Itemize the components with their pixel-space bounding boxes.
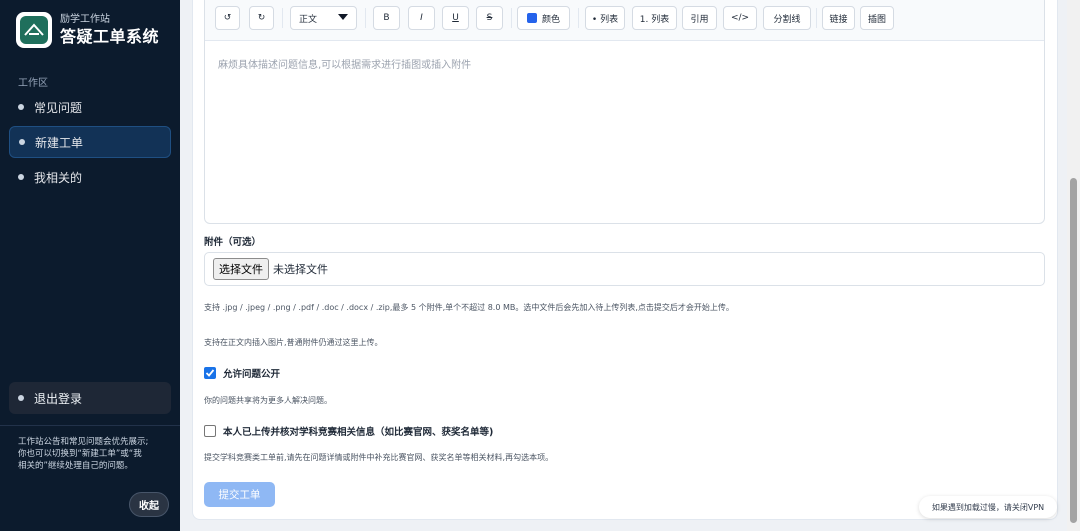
undo-button[interactable]: ↺ xyxy=(215,6,240,30)
redo-button[interactable]: ↻ xyxy=(249,6,274,30)
sidebar-item-label: 新建工单 xyxy=(35,135,84,150)
sidebar-item-label: 常见问题 xyxy=(34,100,83,115)
chevron-down-icon xyxy=(338,13,348,23)
bullet-dot-icon xyxy=(19,139,25,145)
quote-button[interactable]: 引用 xyxy=(682,6,717,30)
sidebar-item-related[interactable]: 我相关的 xyxy=(9,161,171,193)
notice-line: 你也可以切换到“新建工单”或“我 xyxy=(18,449,142,459)
scrollbar-thumb[interactable] xyxy=(1070,178,1077,523)
file-status: 未选择文件 xyxy=(273,263,328,276)
logout-button[interactable]: 退出登录 xyxy=(9,382,171,414)
undo-icon: ↺ xyxy=(223,13,232,23)
submit-ticket-button[interactable]: 提交工单 xyxy=(204,482,275,507)
attachment-inline-hint: 支持在正文内插入图片,普通附件仍通过这里上传。 xyxy=(204,338,383,347)
sidebar-divider xyxy=(0,425,180,426)
strikethrough-button[interactable]: S xyxy=(476,6,503,30)
attachment-label: 附件（可选） xyxy=(204,237,262,248)
logo-mark-icon xyxy=(20,16,48,44)
toolbar-separator xyxy=(816,8,817,28)
toolbar-separator xyxy=(282,8,283,28)
color-swatch-icon xyxy=(526,13,537,23)
toolbar-separator xyxy=(365,8,366,28)
divider-button[interactable]: 分割线 xyxy=(763,6,811,30)
sidebar-item-new-ticket[interactable]: 新建工单 xyxy=(9,126,171,158)
app-logo xyxy=(16,12,52,48)
code-button[interactable]: </> xyxy=(723,6,757,30)
section-label: 工作区 xyxy=(18,78,48,89)
attachment-hint: 支持 .jpg / .jpeg / .png / .pdf / .doc / .… xyxy=(204,303,734,312)
public-checkbox-label[interactable]: 允许问题公开 xyxy=(223,366,280,380)
choose-file-button[interactable]: 选择文件 xyxy=(213,258,269,280)
toolbar-separator xyxy=(511,8,512,28)
sidebar: 励学工作站 答疑工单系统 工作区 常见问题 新建工单 我相关的 退出登录 工作站… xyxy=(0,0,180,531)
sidebar-item-faq[interactable]: 常见问题 xyxy=(9,91,171,123)
notice-line: 工作站公告和常见问题会优先展示; xyxy=(18,437,149,447)
bullet-dot-icon xyxy=(18,395,24,401)
brand-subtitle: 励学工作站 xyxy=(60,14,110,25)
public-option: 允许问题公开 xyxy=(204,366,280,380)
competition-option: 本人已上传并核对学科竞赛相关信息（如比赛官网、获奖名单等) xyxy=(204,424,493,438)
sidebar-item-label: 我相关的 xyxy=(34,170,83,185)
block-format-select[interactable]: 正文 xyxy=(290,6,357,30)
public-option-hint: 你的问题共享将为更多人解决问题。 xyxy=(204,396,332,405)
insert-link-button[interactable]: 链接 xyxy=(822,6,855,30)
redo-icon: ↻ xyxy=(257,13,266,23)
underline-button[interactable]: U xyxy=(442,6,469,30)
collapse-sidebar-button[interactable]: 收起 xyxy=(129,492,169,517)
editor-toolbar: ↺ ↻ 正文 B I U S 颜色 • 列表 1. 列表 引用 </> 分割线 … xyxy=(205,0,1044,41)
public-checkbox[interactable] xyxy=(204,367,216,379)
ordered-list-button[interactable]: 1. 列表 xyxy=(632,6,677,30)
brand-title: 答疑工单系统 xyxy=(60,27,160,46)
text-color-button[interactable]: 颜色 xyxy=(517,6,570,30)
logout-label: 退出登录 xyxy=(34,391,83,406)
file-input[interactable]: 选择文件 未选择文件 xyxy=(204,252,1045,286)
editor-placeholder[interactable]: 麻烦具体描述问题信息,可以根据需求进行插图或插入附件 xyxy=(218,56,471,71)
competition-option-hint: 提交学科竞赛类工单前,请先在问题详情或附件中补充比赛官网、获奖名单等相关材料,再… xyxy=(204,453,554,462)
page-scrollbar[interactable] xyxy=(1067,0,1080,531)
toolbar-separator xyxy=(578,8,579,28)
notice-line: 相关的”继续处理自己的问题。 xyxy=(18,461,133,471)
insert-image-button[interactable]: 插图 xyxy=(860,6,894,30)
competition-checkbox-label[interactable]: 本人已上传并核对学科竞赛相关信息（如比赛官网、获奖名单等) xyxy=(223,424,493,438)
brand: 励学工作站 答疑工单系统 xyxy=(16,12,159,48)
italic-button[interactable]: I xyxy=(408,6,435,30)
text-color-label: 颜色 xyxy=(541,14,560,25)
vpn-toast: 如果遇到加载过慢，请关闭VPN xyxy=(919,496,1057,518)
bullet-list-button[interactable]: • 列表 xyxy=(585,6,625,30)
checkmark-icon xyxy=(205,369,215,377)
bullet-dot-icon xyxy=(18,104,24,110)
format-select-value: 正文 xyxy=(299,14,318,25)
sidebar-notice: 工作站公告和常见问题会优先展示; 你也可以切换到“新建工单”或“我 相关的”继续… xyxy=(18,436,168,472)
rich-text-editor: ↺ ↻ 正文 B I U S 颜色 • 列表 1. 列表 引用 </> 分割线 … xyxy=(204,0,1045,224)
bold-button[interactable]: B xyxy=(373,6,400,30)
competition-checkbox[interactable] xyxy=(204,425,216,437)
bullet-dot-icon xyxy=(18,174,24,180)
